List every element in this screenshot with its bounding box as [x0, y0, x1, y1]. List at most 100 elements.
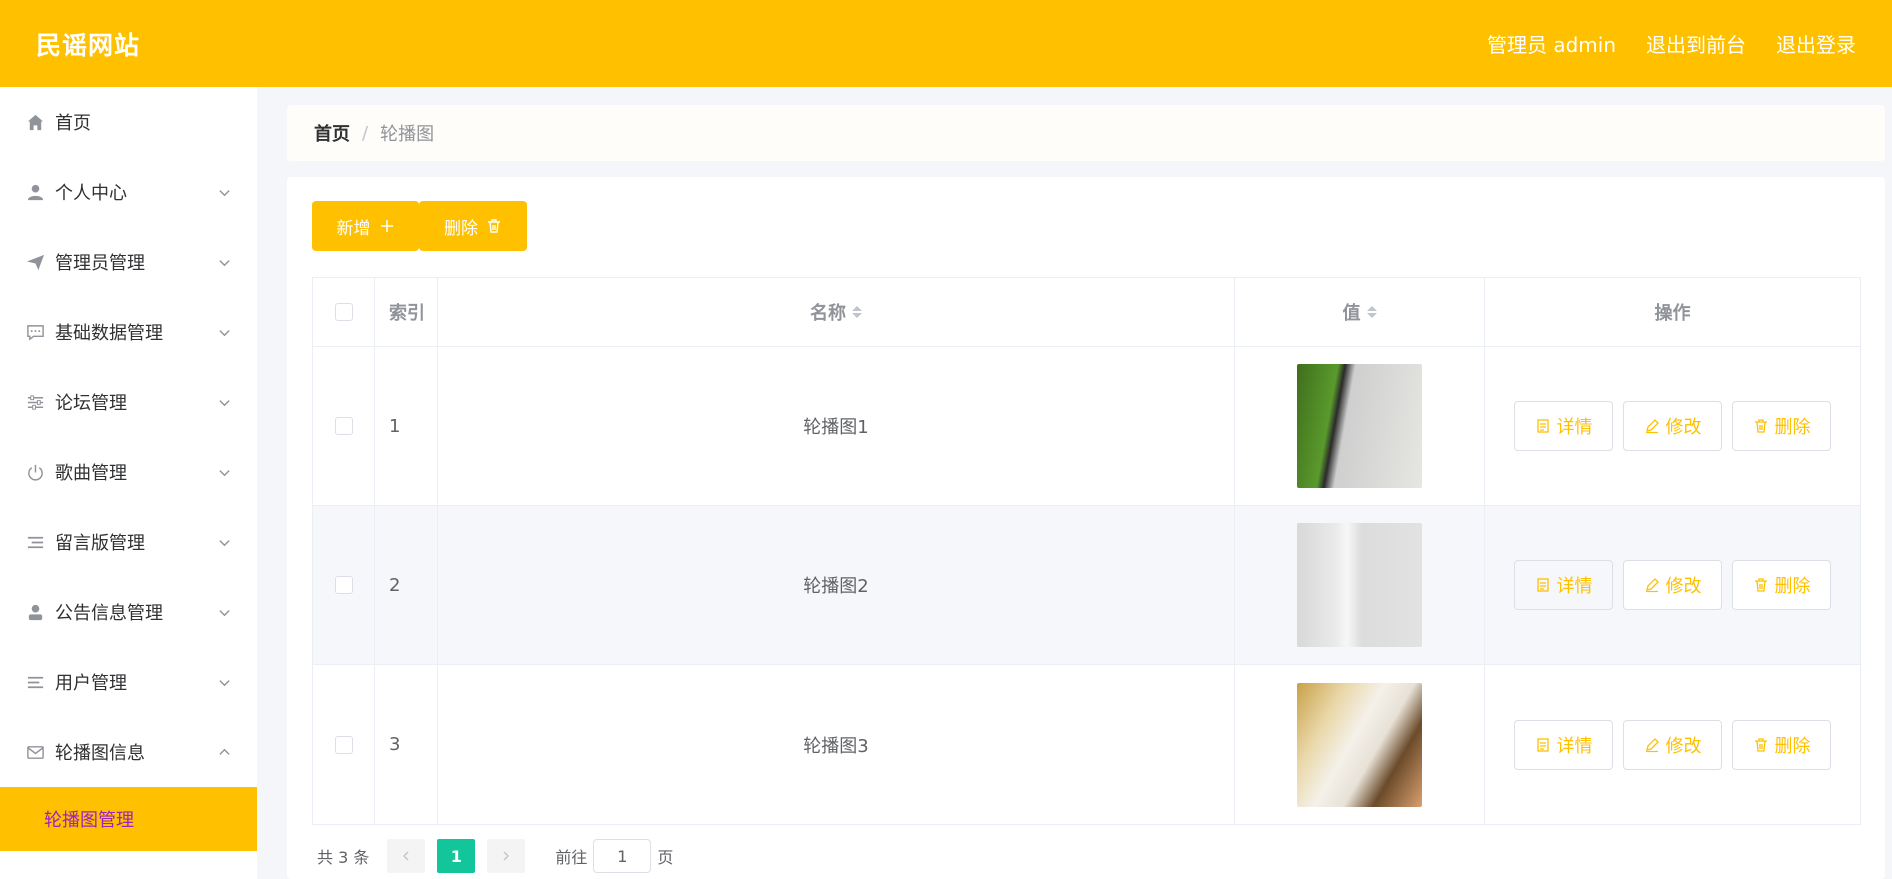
row-name: 轮播图3 — [438, 665, 1235, 824]
pager-goto-input[interactable] — [593, 839, 652, 873]
row-checkbox[interactable] — [334, 735, 353, 754]
page-number-active[interactable]: 1 — [437, 839, 476, 873]
sidebar-item-label: 论坛管理 — [55, 393, 127, 414]
trash-icon — [488, 219, 500, 233]
column-header-index: 索引 — [375, 278, 438, 346]
detail-button[interactable]: 详情 — [1514, 560, 1613, 610]
row-check-cell — [313, 665, 375, 824]
table-row: 3 轮播图3 详情 修改 删除 — [313, 665, 1860, 824]
sidebar-item-label: 歌曲管理 — [55, 463, 127, 484]
sidebar-item-label: 基础数据管理 — [55, 323, 163, 344]
carousel-thumbnail[interactable] — [1297, 523, 1422, 647]
sidebar-item-notice[interactable]: 公告信息管理 — [0, 577, 257, 647]
detail-button-label: 详情 — [1556, 417, 1593, 437]
detail-button-label: 详情 — [1556, 576, 1593, 596]
sidebar-item-label: 首页 — [55, 113, 91, 134]
sidebar-item-home[interactable]: 首页 — [0, 87, 257, 157]
chevron-down-icon — [217, 255, 231, 269]
user-icon — [25, 182, 45, 202]
edit-icon — [1645, 737, 1659, 752]
delete-button[interactable]: 删除 — [1732, 401, 1831, 451]
row-check-cell — [313, 506, 375, 664]
toolbar: 新增 删除 — [312, 201, 527, 251]
menu-icon — [25, 672, 45, 692]
mail-icon — [25, 742, 45, 762]
column-header-name[interactable]: 名称 — [438, 278, 1235, 346]
add-button[interactable]: 新增 — [312, 201, 419, 251]
table-row: 1 轮播图1 详情 修改 删除 — [313, 347, 1860, 506]
edit-icon — [1645, 419, 1659, 434]
logout-link[interactable]: 退出登录 — [1776, 29, 1856, 58]
sidebar-item-base-data[interactable]: 基础数据管理 — [0, 297, 257, 367]
power-icon — [25, 462, 45, 482]
sidebar-item-users[interactable]: 用户管理 — [0, 647, 257, 717]
pager-total: 共 3 条 — [317, 848, 370, 867]
sidebar-item-songs[interactable]: 歌曲管理 — [0, 437, 257, 507]
column-header-value[interactable]: 值 — [1235, 278, 1485, 346]
chevron-down-icon — [217, 675, 231, 689]
edit-button[interactable]: 修改 — [1623, 560, 1722, 610]
chevron-down-icon — [217, 185, 231, 199]
edit-button-label: 修改 — [1665, 735, 1702, 756]
detail-button[interactable]: 详情 — [1514, 719, 1613, 770]
batch-delete-button[interactable]: 删除 — [419, 201, 527, 251]
chevron-down-icon — [217, 535, 231, 549]
chevron-left-icon — [403, 851, 409, 861]
pager-goto-label: 前往 — [555, 848, 588, 867]
sidebar-item-label: 管理员管理 — [55, 253, 145, 274]
breadcrumb-separator: / — [362, 122, 369, 144]
select-all-checkbox[interactable] — [334, 303, 353, 321]
sidebar: 首页 个人中心 管理员管理 基础数据管理 论坛管理 歌曲管理 留言版管理 公告信… — [0, 87, 257, 879]
top-header: 民谣网站 管理员 admin 退出到前台 退出登录 — [0, 0, 1892, 87]
document-icon — [1536, 419, 1549, 433]
sort-icon[interactable] — [852, 306, 862, 318]
row-value-cell — [1235, 506, 1485, 664]
edit-button-label: 修改 — [1665, 417, 1702, 437]
sidebar-item-carousel-info[interactable]: 轮播图信息 — [0, 717, 257, 787]
breadcrumb-home[interactable]: 首页 — [314, 120, 350, 146]
delete-button-label: 删除 — [1774, 576, 1811, 596]
delete-button[interactable]: 删除 — [1732, 560, 1831, 610]
carousel-thumbnail[interactable] — [1297, 682, 1422, 807]
delete-button-label: 删除 — [444, 218, 478, 238]
header-check-cell — [313, 278, 375, 346]
edit-button-label: 修改 — [1665, 576, 1702, 596]
sidebar-item-guestbook[interactable]: 留言版管理 — [0, 507, 257, 577]
chat-icon — [25, 322, 45, 342]
edit-button[interactable]: 修改 — [1623, 719, 1722, 770]
sort-icon[interactable] — [1366, 306, 1377, 318]
exit-to-front-link[interactable]: 退出到前台 — [1646, 29, 1746, 58]
sidebar-item-label: 留言版管理 — [55, 533, 145, 554]
edit-button[interactable]: 修改 — [1623, 401, 1722, 451]
document-icon — [1536, 737, 1549, 752]
prev-page-button[interactable] — [387, 839, 426, 873]
chevron-down-icon — [217, 395, 231, 409]
column-header-ops: 操作 — [1654, 303, 1691, 324]
chevron-up-icon — [217, 745, 231, 759]
row-value-cell — [1235, 347, 1485, 505]
carousel-thumbnail[interactable] — [1297, 364, 1422, 488]
row-index: 1 — [375, 347, 438, 505]
pagination: 共 3 条 1 前往 页 — [317, 839, 673, 873]
sliders-icon — [25, 392, 45, 412]
row-checkbox[interactable] — [334, 417, 353, 435]
detail-button-label: 详情 — [1556, 735, 1593, 756]
sidebar-item-forum[interactable]: 论坛管理 — [0, 367, 257, 437]
sidebar-item-personal-center[interactable]: 个人中心 — [0, 157, 257, 227]
delete-button[interactable]: 删除 — [1732, 719, 1831, 770]
trash-icon — [1754, 737, 1767, 752]
row-value-cell — [1235, 665, 1485, 824]
user-solid-icon — [25, 602, 45, 622]
carousel-table: 索引 名称 值 操作 1 轮播图1 详情 修改 删除 2 轮播图2 详情 修改 … — [312, 277, 1861, 825]
home-icon — [25, 112, 45, 132]
row-name: 轮播图1 — [438, 347, 1235, 505]
sidebar-subitem-carousel-manage[interactable]: 轮播图管理 — [0, 787, 257, 851]
next-page-button[interactable] — [487, 839, 526, 873]
chevron-down-icon — [217, 465, 231, 479]
admin-user-label: 管理员 admin — [1486, 33, 1616, 57]
sidebar-item-admin-manage[interactable]: 管理员管理 — [0, 227, 257, 297]
row-ops: 详情 修改 删除 — [1485, 347, 1860, 505]
detail-button[interactable]: 详情 — [1514, 401, 1613, 451]
row-checkbox[interactable] — [334, 576, 353, 594]
table-row: 2 轮播图2 详情 修改 删除 — [313, 506, 1860, 665]
